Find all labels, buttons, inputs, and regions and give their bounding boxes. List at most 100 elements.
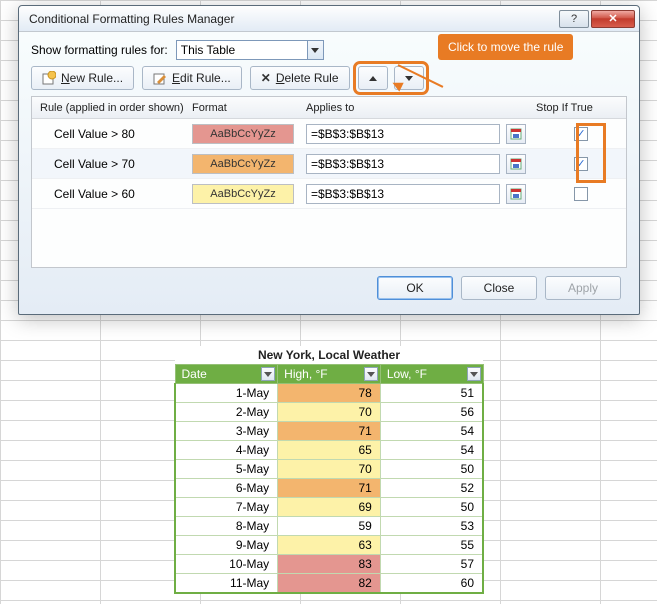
cell-high[interactable]: 59 (278, 517, 381, 536)
table-row: 9-May6355 (175, 536, 483, 555)
cell-low[interactable]: 56 (380, 403, 483, 422)
cell-low[interactable]: 50 (380, 460, 483, 479)
delete-icon: ✕ (261, 71, 271, 85)
help-button[interactable]: ? (559, 10, 589, 28)
range-picker-button[interactable] (506, 184, 526, 204)
ok-button[interactable]: OK (377, 276, 453, 300)
table-row: 5-May7050 (175, 460, 483, 479)
cell-date[interactable]: 9-May (175, 536, 278, 555)
table-row: 1-May7851 (175, 384, 483, 403)
header-stop: Stop If True (536, 102, 626, 114)
table-row: 3-May7154 (175, 422, 483, 441)
scope-label: Show formatting rules for: (31, 43, 168, 57)
format-preview: AaBbCcYyZz (192, 154, 294, 174)
rules-rows: Cell Value > 80AaBbCcYyZz=$B$3:$B$13Cell… (32, 119, 626, 209)
delete-rule-button[interactable]: ✕ Delete Rule (250, 66, 350, 90)
range-picker-button[interactable] (506, 154, 526, 174)
dropdown-icon[interactable] (307, 41, 323, 59)
cell-low[interactable]: 53 (380, 517, 483, 536)
cell-high[interactable]: 83 (278, 555, 381, 574)
cell-date[interactable]: 1-May (175, 384, 278, 403)
cell-date[interactable]: 3-May (175, 422, 278, 441)
stop-if-true-checkbox[interactable] (574, 127, 588, 141)
callout-text: Click to move the rule (448, 40, 563, 54)
cell-date[interactable]: 7-May (175, 498, 278, 517)
table-row: 8-May5953 (175, 517, 483, 536)
cell-low[interactable]: 54 (380, 422, 483, 441)
filter-high-button[interactable] (364, 367, 378, 381)
cell-high[interactable]: 82 (278, 574, 381, 594)
dialog-title: Conditional Formatting Rules Manager (29, 12, 557, 26)
applies-to-input[interactable]: =$B$3:$B$13 (306, 154, 500, 174)
range-picker-icon (510, 158, 522, 170)
stop-if-true-checkbox[interactable] (574, 187, 588, 201)
cell-low[interactable]: 52 (380, 479, 483, 498)
format-preview: AaBbCcYyZz (192, 184, 294, 204)
range-picker-icon (510, 128, 522, 140)
table-row: 11-May8260 (175, 574, 483, 594)
cell-low[interactable]: 50 (380, 498, 483, 517)
cell-low[interactable]: 51 (380, 384, 483, 403)
header-applies: Applies to (306, 102, 536, 114)
close-button[interactable]: Close (461, 276, 537, 300)
window-close-button[interactable]: ✕ (591, 10, 635, 28)
filter-date-button[interactable] (261, 367, 275, 381)
rules-list: Rule (applied in order shown) Format App… (31, 96, 627, 268)
format-preview: AaBbCcYyZz (192, 124, 294, 144)
cell-date[interactable]: 11-May (175, 574, 278, 594)
cell-date[interactable]: 10-May (175, 555, 278, 574)
cell-low[interactable]: 60 (380, 574, 483, 594)
cell-low[interactable]: 54 (380, 441, 483, 460)
cell-high[interactable]: 70 (278, 403, 381, 422)
cell-low[interactable]: 55 (380, 536, 483, 555)
dialog-titlebar[interactable]: Conditional Formatting Rules Manager ? ✕ (19, 6, 639, 32)
table-row: 4-May6554 (175, 441, 483, 460)
new-rule-button[interactable]: New Rule... (31, 66, 134, 90)
cell-high[interactable]: 69 (278, 498, 381, 517)
applies-to-input[interactable]: =$B$3:$B$13 (306, 124, 500, 144)
dialog-footer: OK Close Apply (31, 268, 627, 304)
header-format: Format (192, 102, 306, 114)
edit-rule-button[interactable]: Edit Rule... (142, 66, 242, 90)
callout-tooltip: Click to move the rule (438, 34, 573, 60)
range-picker-button[interactable] (506, 124, 526, 144)
cell-high[interactable]: 78 (278, 384, 381, 403)
col-date: Date (182, 367, 207, 381)
cell-high[interactable]: 70 (278, 460, 381, 479)
cell-high[interactable]: 65 (278, 441, 381, 460)
move-rule-up-button[interactable] (358, 66, 388, 90)
header-rule: Rule (applied in order shown) (32, 102, 192, 114)
cell-low[interactable]: 57 (380, 555, 483, 574)
cell-date[interactable]: 6-May (175, 479, 278, 498)
new-rule-icon (42, 71, 56, 85)
scope-select[interactable]: This Table (176, 40, 324, 60)
table-row: 2-May7056 (175, 403, 483, 422)
table-row: 10-May8357 (175, 555, 483, 574)
weather-table: New York, Local Weather Date High, °F Lo… (174, 346, 484, 594)
weather-header-row: Date High, °F Low, °F (175, 365, 483, 384)
weather-title: New York, Local Weather (175, 346, 483, 365)
edit-rule-icon (153, 71, 167, 85)
arrow-down-icon (405, 76, 413, 81)
rule-row[interactable]: Cell Value > 80AaBbCcYyZz =$B$3:$B$13 (32, 119, 626, 149)
cell-date[interactable]: 8-May (175, 517, 278, 536)
cell-date[interactable]: 5-May (175, 460, 278, 479)
filter-low-button[interactable] (467, 367, 481, 381)
cell-high[interactable]: 71 (278, 479, 381, 498)
scope-value: This Table (181, 43, 235, 57)
table-row: 6-May7152 (175, 479, 483, 498)
applies-to-input[interactable]: =$B$3:$B$13 (306, 184, 500, 204)
apply-button[interactable]: Apply (545, 276, 621, 300)
cell-date[interactable]: 2-May (175, 403, 278, 422)
cell-high[interactable]: 63 (278, 536, 381, 555)
stop-if-true-checkbox[interactable] (574, 157, 588, 171)
col-high: High, °F (284, 367, 327, 381)
rule-row[interactable]: Cell Value > 60AaBbCcYyZz =$B$3:$B$13 (32, 179, 626, 209)
cell-high[interactable]: 71 (278, 422, 381, 441)
rule-name: Cell Value > 70 (32, 157, 192, 171)
rule-name: Cell Value > 80 (32, 127, 192, 141)
col-low: Low, °F (387, 367, 427, 381)
cell-date[interactable]: 4-May (175, 441, 278, 460)
rule-name: Cell Value > 60 (32, 187, 192, 201)
rule-row[interactable]: Cell Value > 70AaBbCcYyZz =$B$3:$B$13 (32, 149, 626, 179)
